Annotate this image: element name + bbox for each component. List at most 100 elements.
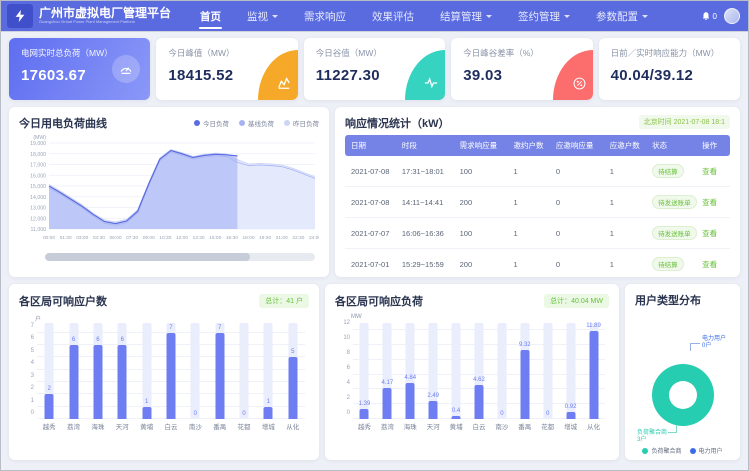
beijing-time-stamp: 北京时间 2021-07-08 18:1: [639, 115, 730, 129]
table-header-cell: 时段: [399, 135, 457, 156]
district-users-total-badge: 总计：41 户: [259, 294, 309, 308]
table-row: 2021-07-0115:29~15:59200101待结算查看: [345, 249, 730, 278]
bar: [566, 412, 575, 419]
x-category-label: 海珠: [86, 421, 110, 431]
legend-item-power-user[interactable]: 电力用户: [690, 446, 723, 455]
bar: [264, 407, 273, 419]
district-users-title: 各区局可响应户数: [19, 293, 107, 309]
brand-text: 广州市虚拟电厂管理平台 Guangzhou Virtual Power Plan…: [39, 7, 171, 25]
table-cell-status: 待结算: [649, 249, 699, 278]
chevron-down-icon: [272, 15, 278, 21]
kpi-card-0: 电网实时总负荷（MW）17603.67: [9, 38, 150, 100]
bar-value-label: 1: [145, 399, 148, 405]
status-badge: 待发送账单: [652, 226, 697, 240]
x-category-label: 增城: [256, 421, 280, 431]
view-link[interactable]: 查看: [702, 260, 717, 269]
middle-row: 今日用电负荷曲线 今日负荷基线负荷昨日负荷 11,00012,00013,000…: [9, 107, 740, 277]
district-load-panel: 各区局可响应负荷 总计：40.04 MW MW0246810121.394.17…: [325, 284, 619, 460]
table-cell-date: 2021-07-07: [345, 218, 399, 249]
main-nav: 首页 监视 需求响应 效果评估 结算管理 签约管理参数配置: [187, 1, 661, 31]
svg-text:24:00: 24:00: [309, 235, 319, 241]
nav-item-1[interactable]: 监视: [234, 1, 291, 31]
table-header-cell: 状态: [649, 135, 699, 156]
nav-item-6[interactable]: 参数配置: [583, 1, 661, 31]
bar-track: [497, 323, 506, 419]
view-link[interactable]: 查看: [702, 198, 717, 207]
nav-item-label: 首页: [200, 9, 221, 24]
load-curve-panel: 今日用电负荷曲线 今日负荷基线负荷昨日负荷 11,00012,00013,000…: [9, 107, 329, 277]
table-cell-period: 14:11~14:41: [399, 187, 457, 218]
legend-item-aggregator[interactable]: 负荷聚合商: [642, 446, 681, 455]
load-curve-legend: 今日负荷基线负荷昨日负荷: [194, 118, 319, 128]
bar-column-增城: 1: [256, 323, 280, 419]
x-category-label: 番禺: [208, 421, 232, 431]
callout-power-user: 电力用户 0户: [702, 336, 726, 350]
x-category-label: 越秀: [353, 421, 376, 431]
bar-column-番禺: 9.32: [513, 323, 536, 419]
bar-value-label: 0: [194, 411, 197, 417]
table-header-cell: 邀约户数: [511, 135, 553, 156]
kpi-card-4: 日前／实时响应能力（MW）40.04/39.12: [599, 38, 740, 100]
table-cell-date: 2021-07-08: [345, 156, 399, 187]
bar-column-花都: 0: [232, 323, 256, 419]
svg-text:15,000: 15,000: [30, 184, 46, 190]
table-cell-demand: 200: [457, 249, 511, 278]
view-link[interactable]: 查看: [702, 167, 717, 176]
legend-dot-icon: [239, 120, 245, 126]
nav-item-3[interactable]: 效果评估: [359, 1, 427, 31]
nav-item-5[interactable]: 签约管理: [505, 1, 583, 31]
table-header-cell: 需求响应量: [457, 135, 511, 156]
bar-value-label: 6: [121, 337, 124, 343]
district-load-chart: MW0246810121.394.174.842.490.44.6209.320…: [335, 314, 609, 431]
bar-value-label: 7: [218, 325, 221, 331]
table-cell-resp_users: 1: [607, 249, 649, 278]
nav-item-label: 效果评估: [372, 9, 414, 24]
callout-power-user-label: 电力用户: [702, 336, 726, 343]
bar-value-label: 4.17: [382, 380, 394, 386]
gauge-icon: [112, 55, 140, 83]
svg-text:21:00: 21:00: [276, 235, 288, 241]
y-tick-label: 10: [343, 335, 350, 341]
legend-item-1[interactable]: 基线负荷: [239, 118, 274, 128]
bar-value-label: 0: [242, 411, 245, 417]
nav-item-label: 结算管理: [440, 9, 482, 24]
bar: [142, 407, 151, 419]
x-category-label: 番禺: [513, 421, 536, 431]
table-cell-responded: 0: [553, 218, 607, 249]
bar-column-天河: 6: [110, 323, 134, 419]
x-category-label: 天河: [422, 421, 445, 431]
bar-column-南沙: 0: [183, 323, 207, 419]
status-badge: 待结算: [652, 164, 684, 178]
svg-text:03:00: 03:00: [76, 235, 88, 241]
kpi-card-1: 今日峰值（MW）18415.52: [156, 38, 297, 100]
user-avatar[interactable]: [724, 8, 740, 24]
table-cell-demand: 200: [457, 187, 511, 218]
legend-item-0[interactable]: 今日负荷: [194, 118, 229, 128]
svg-text:12,000: 12,000: [30, 216, 46, 222]
table-cell-invited: 1: [511, 187, 553, 218]
bar: [288, 357, 297, 419]
table-cell-status: 待发送账单: [649, 218, 699, 249]
bar: [215, 333, 224, 419]
bar-column-从化: 5: [281, 323, 305, 419]
svg-text:04:30: 04:30: [93, 235, 105, 241]
nav-item-label: 监视: [247, 9, 268, 24]
nav-item-2[interactable]: 需求响应: [291, 1, 359, 31]
nav-item-4[interactable]: 结算管理: [427, 1, 505, 31]
nav-item-0[interactable]: 首页: [187, 1, 234, 31]
bar: [452, 416, 461, 419]
table-cell-resp_users: 1: [607, 156, 649, 187]
legend-item-2[interactable]: 昨日负荷: [284, 118, 319, 128]
datazoom-slider[interactable]: [45, 253, 315, 261]
svg-text:13,000: 13,000: [30, 206, 46, 212]
x-category-label: 黄埔: [134, 421, 158, 431]
bar-value-label: 1.39: [359, 401, 371, 407]
nav-item-label: 需求响应: [304, 9, 346, 24]
table-cell-action: 查看: [699, 187, 730, 218]
y-axis-unit: MW: [351, 314, 609, 323]
table-cell-invited: 1: [511, 156, 553, 187]
bar: [474, 385, 483, 419]
view-link[interactable]: 查看: [702, 229, 717, 238]
callout-aggregator-label: 负荷聚合商: [637, 430, 667, 437]
notification-area[interactable]: 0: [701, 11, 717, 21]
